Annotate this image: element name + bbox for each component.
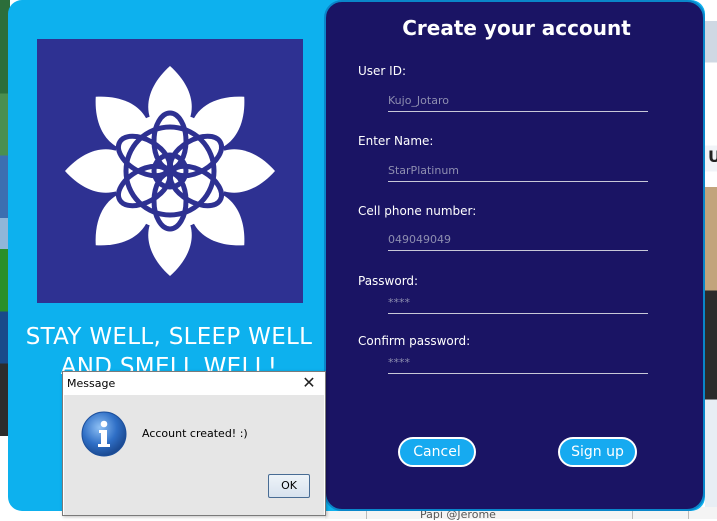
phone-input[interactable] bbox=[388, 229, 648, 251]
name-input[interactable] bbox=[388, 160, 648, 182]
dialog-title: Message bbox=[67, 377, 116, 390]
info-icon bbox=[81, 411, 127, 457]
name-label: Enter Name: bbox=[358, 134, 434, 148]
password-label: Password: bbox=[358, 274, 419, 288]
sign-up-button[interactable]: Sign up bbox=[558, 437, 637, 467]
phone-label: Cell phone number: bbox=[358, 204, 477, 218]
background-window-right bbox=[705, 0, 717, 519]
flower-logo bbox=[37, 39, 303, 303]
confirm-password-label: Confirm password: bbox=[358, 334, 471, 348]
user-id-label: User ID: bbox=[358, 64, 406, 78]
form-title: Create your account bbox=[402, 16, 631, 40]
slogan-line: STAY WELL, SLEEP WELL bbox=[25, 324, 313, 350]
message-dialog: Message ✕ Account created! :) OK bbox=[62, 371, 326, 516]
dialog-body: Account created! :) OK bbox=[64, 395, 324, 515]
flower-logo-icon bbox=[65, 66, 275, 276]
password-input[interactable] bbox=[388, 292, 648, 314]
dialog-message: Account created! :) bbox=[142, 427, 248, 440]
ok-button[interactable]: OK bbox=[268, 474, 310, 498]
confirm-password-input[interactable] bbox=[388, 352, 648, 374]
close-icon[interactable]: ✕ bbox=[299, 374, 319, 392]
background-right-glyph: U bbox=[708, 147, 717, 166]
user-id-input[interactable] bbox=[388, 90, 648, 112]
dialog-titlebar[interactable]: Message ✕ bbox=[63, 372, 325, 395]
cancel-button[interactable]: Cancel bbox=[398, 437, 476, 467]
signup-form-panel: Create your account User ID: Enter Name:… bbox=[324, 0, 705, 511]
